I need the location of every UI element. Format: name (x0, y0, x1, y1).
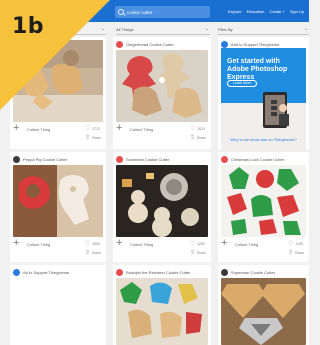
card-header: Ad to Support Thingiverse (13, 268, 103, 276)
share-icon[interactable]: ⇧ (190, 134, 195, 141)
snowman-cutter-photo (116, 165, 208, 237)
nav-education[interactable]: Education (247, 9, 265, 14)
heart-icon[interactable]: ♡ (190, 240, 195, 247)
heart-icon[interactable]: ♡ (85, 240, 90, 247)
nav-sign-up[interactable]: Sign Up (290, 9, 304, 14)
gingerbread-cutter-photo (116, 50, 208, 122)
ads-info-link[interactable]: Why to we show ads on Thingiverse? (221, 137, 306, 142)
chevron-down-icon: ⌄ (204, 26, 209, 32)
heart-icon[interactable]: ♡ (288, 240, 293, 247)
thing-title[interactable]: Snowman Cookie Cutter (126, 157, 169, 162)
ad-card-title: Ad to Support Thingiverse (23, 269, 70, 275)
like-count: 4250 (197, 242, 205, 246)
thing-photo[interactable] (116, 165, 208, 237)
category-dropdown-label: All Things (116, 27, 134, 32)
thing-card[interactable]: Superman Cookie Cutter (218, 265, 309, 345)
like-count: 2712 (92, 127, 100, 131)
rudolph-cutter-photo (116, 278, 208, 345)
card-footer: + Collect Thing ♡ 3650 ⇧ Share (13, 237, 103, 261)
thing-card[interactable]: Gingerbread Cookie Cutter + Collect Thin… (113, 37, 211, 149)
ad-headline: Get started with Adobe Photoshop Express (227, 58, 288, 81)
thing-card[interactable]: Peppa Pig Cookie Cutter + Collect Thing … (10, 152, 106, 262)
plus-icon[interactable]: + (116, 122, 122, 134)
thingiverse-logo-icon (13, 268, 20, 276)
like-count: 3650 (92, 242, 100, 246)
collect-thing-link[interactable]: Collect Thing (27, 127, 50, 132)
collect-thing-link[interactable]: Collect Thing (235, 242, 258, 247)
category-dropdown[interactable]: All Things ⌄ (116, 25, 210, 35)
thing-title[interactable]: Rudolph the Reindeer Cookie Cutter (126, 270, 190, 275)
card-header: Gingerbread Cookie Cutter (116, 40, 208, 48)
plus-icon[interactable]: + (13, 237, 19, 249)
card-footer: + Collect Thing ♡ 1150 ⇧ Share (221, 237, 306, 261)
card-footer: + Collect Thing ♡ 2623 ⇧ Share (116, 122, 208, 146)
avatar[interactable] (221, 155, 228, 163)
thing-card[interactable]: Snowman Cookie Cutter + Collect Thing ♡ … (113, 152, 211, 262)
thing-title[interactable]: Gingerbread Cookie Cutter (126, 42, 174, 47)
card-footer: + Collect Thing ♡ 2712 ⇧ Share (13, 122, 103, 146)
avatar[interactable] (116, 40, 123, 48)
card-header: Add to Support Thingiverse (221, 40, 306, 48)
chevron-down-icon: ⌄ (303, 26, 308, 32)
share-link[interactable]: Share (295, 251, 304, 255)
card-header: Snowman Cookie Cutter (116, 155, 208, 163)
avatar[interactable] (221, 268, 228, 276)
thing-photo[interactable] (221, 278, 306, 345)
share-icon[interactable]: ⇧ (85, 249, 90, 256)
christmas-cutters-photo (221, 165, 306, 237)
thing-photo[interactable] (116, 278, 208, 345)
share-link[interactable]: Share (92, 136, 101, 140)
heart-icon[interactable]: ♡ (85, 125, 90, 132)
plus-icon[interactable]: + (116, 237, 122, 249)
share-link[interactable]: Share (197, 136, 206, 140)
filter-by-dropdown-label: Filter By (218, 27, 233, 32)
like-count: 1150 (295, 242, 303, 246)
thing-title[interactable]: Christmas Lock Cookie Cutter (231, 157, 284, 162)
ad-card-title: Add to Support Thingiverse (231, 41, 280, 47)
thing-photo[interactable] (221, 165, 306, 237)
share-link[interactable]: Share (92, 251, 101, 255)
nav-explore[interactable]: Explore (228, 9, 242, 14)
card-footer: + Collect Thing ♡ 4250 ⇧ Share (116, 237, 208, 261)
plus-icon[interactable]: + (221, 237, 227, 249)
heart-icon[interactable]: ♡ (190, 125, 195, 132)
thingiverse-search-page: cookie cutter Explore Education Create +… (0, 0, 309, 345)
ad-card: Ad to Support Thingiverse (10, 265, 106, 345)
thing-title[interactable]: Peppa Pig Cookie Cutter (23, 157, 67, 162)
nav-create[interactable]: Create + (269, 9, 284, 14)
like-count: 2623 (197, 127, 205, 131)
search-icon (118, 9, 124, 15)
share-icon[interactable]: ⇧ (288, 249, 293, 256)
search-input[interactable]: cookie cutter (115, 6, 210, 18)
card-header: Rudolph the Reindeer Cookie Cutter (116, 268, 208, 276)
collect-thing-link[interactable]: Collect Thing (130, 127, 153, 132)
thing-card[interactable]: Rudolph the Reindeer Cookie Cutter (113, 265, 211, 345)
superman-cutter-photo (221, 278, 306, 345)
share-link[interactable]: Share (197, 251, 206, 255)
card-header: Christmas Lock Cookie Cutter (221, 155, 306, 163)
thing-title[interactable]: Superman Cookie Cutter (231, 270, 275, 275)
top-nav: Explore Education Create + Sign Up (228, 9, 304, 14)
peppa-pig-cutter-photo (13, 165, 103, 237)
thingiverse-logo-icon (221, 40, 228, 48)
thing-card[interactable]: Christmas Lock Cookie Cutter + Collect T… (218, 152, 309, 262)
plus-icon[interactable]: + (13, 122, 19, 134)
share-icon[interactable]: ⇧ (85, 134, 90, 141)
avatar[interactable] (13, 155, 20, 163)
collect-thing-link[interactable]: Collect Thing (130, 242, 153, 247)
learn-more-button[interactable]: Learn More (227, 80, 257, 87)
avatar[interactable] (116, 155, 123, 163)
ad-card: Add to Support Thingiverse Get started w… (218, 37, 309, 153)
figure-label: 1b (12, 14, 45, 39)
search-query: cookie cutter (127, 9, 153, 15)
card-header: Peppa Pig Cookie Cutter (13, 155, 103, 163)
avatar[interactable] (116, 268, 123, 276)
thing-photo[interactable] (116, 50, 208, 122)
card-header: Superman Cookie Cutter (221, 268, 306, 276)
share-icon[interactable]: ⇧ (190, 249, 195, 256)
thing-photo[interactable] (13, 165, 103, 237)
filter-by-dropdown[interactable]: Filter By ⌄ (218, 25, 309, 35)
collect-thing-link[interactable]: Collect Thing (27, 242, 50, 247)
